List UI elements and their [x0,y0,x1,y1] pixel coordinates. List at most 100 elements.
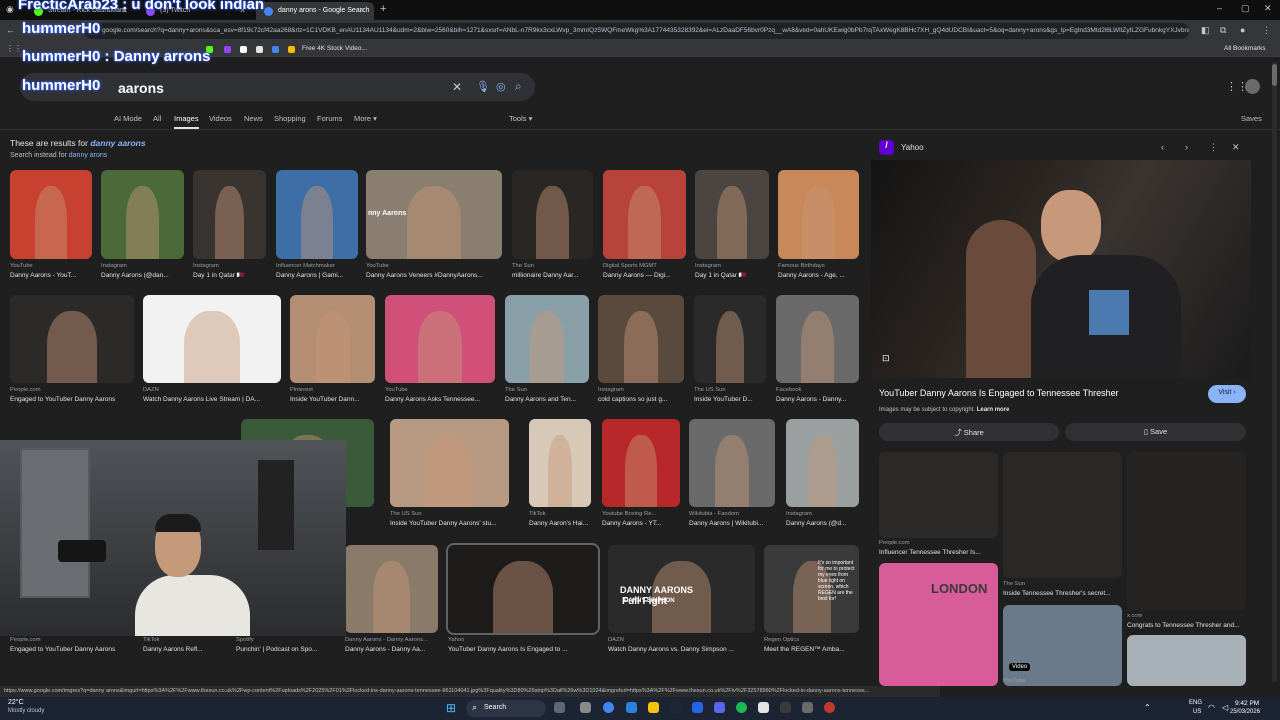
tab-google-search[interactable]: danny arons - Google Search ✕ [256,2,374,20]
image-result-caption[interactable]: Regen Optics Meet the REGEN™ Amba... [764,636,859,654]
image-result-caption[interactable]: The US Sun Inside YouTuber Danny Aarons' … [390,510,509,528]
related-caption[interactable]: YouTube [1003,677,1122,686]
maximize-button[interactable]: ▢ [1241,3,1250,14]
related-image[interactable] [879,452,998,538]
related-caption[interactable]: x.com Congrats to Tennessee Thresher and.… [1127,612,1246,630]
next-icon[interactable]: › [1185,142,1188,152]
more-options-icon[interactable]: ⋮ [1209,142,1218,153]
mic-icon[interactable]: 🎙 [476,80,490,93]
all-bookmarks[interactable]: All Bookmarks [1224,45,1266,52]
image-result-caption[interactable]: Danny Aarons - Danny Aarons... Danny Aaro… [345,636,438,654]
image-result-thumbnail[interactable] [529,419,591,507]
image-result-caption[interactable]: Youtube Boxing Re... Danny Aarons - YT... [602,510,680,528]
taskbar-app-icon[interactable] [824,702,835,713]
image-result-thumbnail[interactable] [602,419,680,507]
related-image[interactable] [1127,635,1246,686]
image-result-thumbnail[interactable] [143,295,281,383]
scrollbar[interactable] [1272,62,1277,682]
save-button[interactable]: ▯ Save [1065,423,1246,441]
image-result-caption[interactable]: The Sun millionaire Danny Aar... [512,262,593,280]
tab-all[interactable]: All [153,114,161,123]
image-result-caption[interactable]: People.com Engaged to YouTuber Danny Aaro… [10,636,134,654]
avatar[interactable] [1245,79,1260,94]
scrollbar-thumb[interactable] [1272,64,1277,86]
search-icon[interactable]: ⌕ [515,79,522,94]
steam-icon[interactable] [670,702,681,713]
tab-shopping[interactable]: Shopping [274,114,306,123]
image-result-thumbnail[interactable] [689,419,775,507]
image-result-caption[interactable]: Instagram cold captions so just g... [598,386,684,404]
clock-time[interactable]: 9:42 PM [1235,700,1259,707]
related-caption[interactable]: The Sun Inside Tennessee Thresher's secre… [1003,580,1122,598]
bookmark-icon[interactable] [240,46,247,53]
tools-button[interactable]: Tools ▾ [509,114,532,123]
image-result-thumbnail[interactable] [10,170,92,259]
related-image[interactable] [1003,452,1122,578]
image-result-thumbnail[interactable] [512,170,593,259]
tray-chevron-icon[interactable]: ⌃ [1144,703,1151,712]
language-indicator[interactable]: ENG [1189,700,1202,706]
file-explorer-icon[interactable] [648,702,659,713]
related-image[interactable]: Video [1003,605,1122,686]
image-result-caption[interactable]: TikTok Danny Aarons Refl... [143,636,226,654]
edge-icon[interactable] [626,702,637,713]
image-result-thumbnail[interactable] [786,419,859,507]
original-term-link[interactable]: danny arons [69,152,108,159]
image-result-caption[interactable]: People.com Engaged to YouTuber Danny Aaro… [10,386,134,404]
image-result-thumbnail[interactable] [345,545,438,633]
browser-menu-icon[interactable]: ◉ [6,4,14,15]
windows-start-icon[interactable]: ⊞ [446,701,456,715]
image-result-caption[interactable]: The US Sun Inside YouTuber D... [694,386,766,404]
image-result-caption[interactable]: Instagram Day 1 in Qatar 🇶🇦 [193,262,266,280]
wifi-icon[interactable]: ◠ [1208,703,1215,712]
tab-videos[interactable]: Videos [209,114,232,123]
discord-icon[interactable] [714,702,725,713]
image-result-caption[interactable]: YouTube Danny Aarons Veneers #DannyAarons… [366,262,502,280]
taskbar-app-icon[interactable] [758,702,769,713]
image-result-thumbnail[interactable] [505,295,589,383]
visit-button[interactable]: Visit › [1208,385,1246,403]
obs-icon[interactable] [780,702,791,713]
image-result-caption[interactable]: Facebook Danny Aarons - Danny... [776,386,859,404]
bookmark-icon[interactable] [288,46,295,53]
menu-dots-icon[interactable]: ⋮ [1262,25,1271,36]
chrome-icon[interactable] [603,702,614,713]
image-result-caption[interactable]: The Sun Danny Aarons and Ten... [505,386,589,404]
taskbar-search[interactable]: ⌕ Search [466,700,546,717]
bookmark-icon[interactable] [272,46,279,53]
new-tab-icon[interactable]: + [380,3,386,15]
bookmark-icon[interactable] [224,46,231,53]
image-result-caption[interactable]: Yahoo YouTuber Danny Aarons Is Engaged to… [448,636,598,654]
image-result-caption[interactable]: DAZN Watch Danny Aarons Live Stream | DA.… [143,386,281,404]
apps-icon[interactable]: ⋮⋮ [6,44,22,53]
preview-title[interactable]: YouTuber Danny Aarons Is Engaged to Tenn… [879,388,1119,398]
image-result-caption[interactable]: Wikitubia - Fandom Danny Aarons | Wikitub… [689,510,775,528]
image-result-caption[interactable]: Digital Sports MGMT Danny Aarons — Digi..… [603,262,686,280]
related-caption[interactable]: People.com Influencer Tennessee Thresher … [879,539,998,557]
image-result-thumbnail[interactable] [390,419,509,507]
related-image[interactable]: LONDON [879,563,998,686]
weather-temp[interactable]: 22°C [8,699,24,706]
image-result-thumbnail[interactable] [276,170,358,259]
image-result-caption[interactable]: Instagram Day 1 in Qatar 🇶🇦 [695,262,769,280]
image-result-caption[interactable]: Influencer Matchmaker Danny Aarons | Gami… [276,262,358,280]
image-result-thumbnail[interactable] [446,543,600,635]
tab-forums[interactable]: Forums [317,114,342,123]
image-result-thumbnail[interactable] [778,170,859,259]
close-window-button[interactable]: ✕ [1264,3,1272,14]
image-result-caption[interactable]: Instagram Danny Aarons (@dan... [101,262,184,280]
clear-icon[interactable]: ✕ [452,80,462,94]
image-result-caption[interactable]: YouTube Danny Aarons Asks Tennessee... [385,386,495,404]
bookmark-icon[interactable] [256,46,263,53]
image-result-thumbnail[interactable] [695,170,769,259]
image-result-caption[interactable]: Spotify Punchin' | Podcast on Spo... [236,636,335,654]
volume-icon[interactable]: ◁ [1222,703,1228,712]
image-result-thumbnail[interactable] [385,295,495,383]
panel-source[interactable]: Yahoo [901,143,924,152]
related-image[interactable] [1127,452,1246,610]
corrected-term-link[interactable]: danny aarons [90,138,145,148]
taskbar-app-icon[interactable] [580,702,591,713]
taskbar-app-icon[interactable] [802,702,813,713]
extensions-puzzle-icon[interactable]: ⧉ [1220,25,1226,36]
url-field[interactable]: google.com/search?q=danny+arons&sca_esv=… [84,23,1189,39]
